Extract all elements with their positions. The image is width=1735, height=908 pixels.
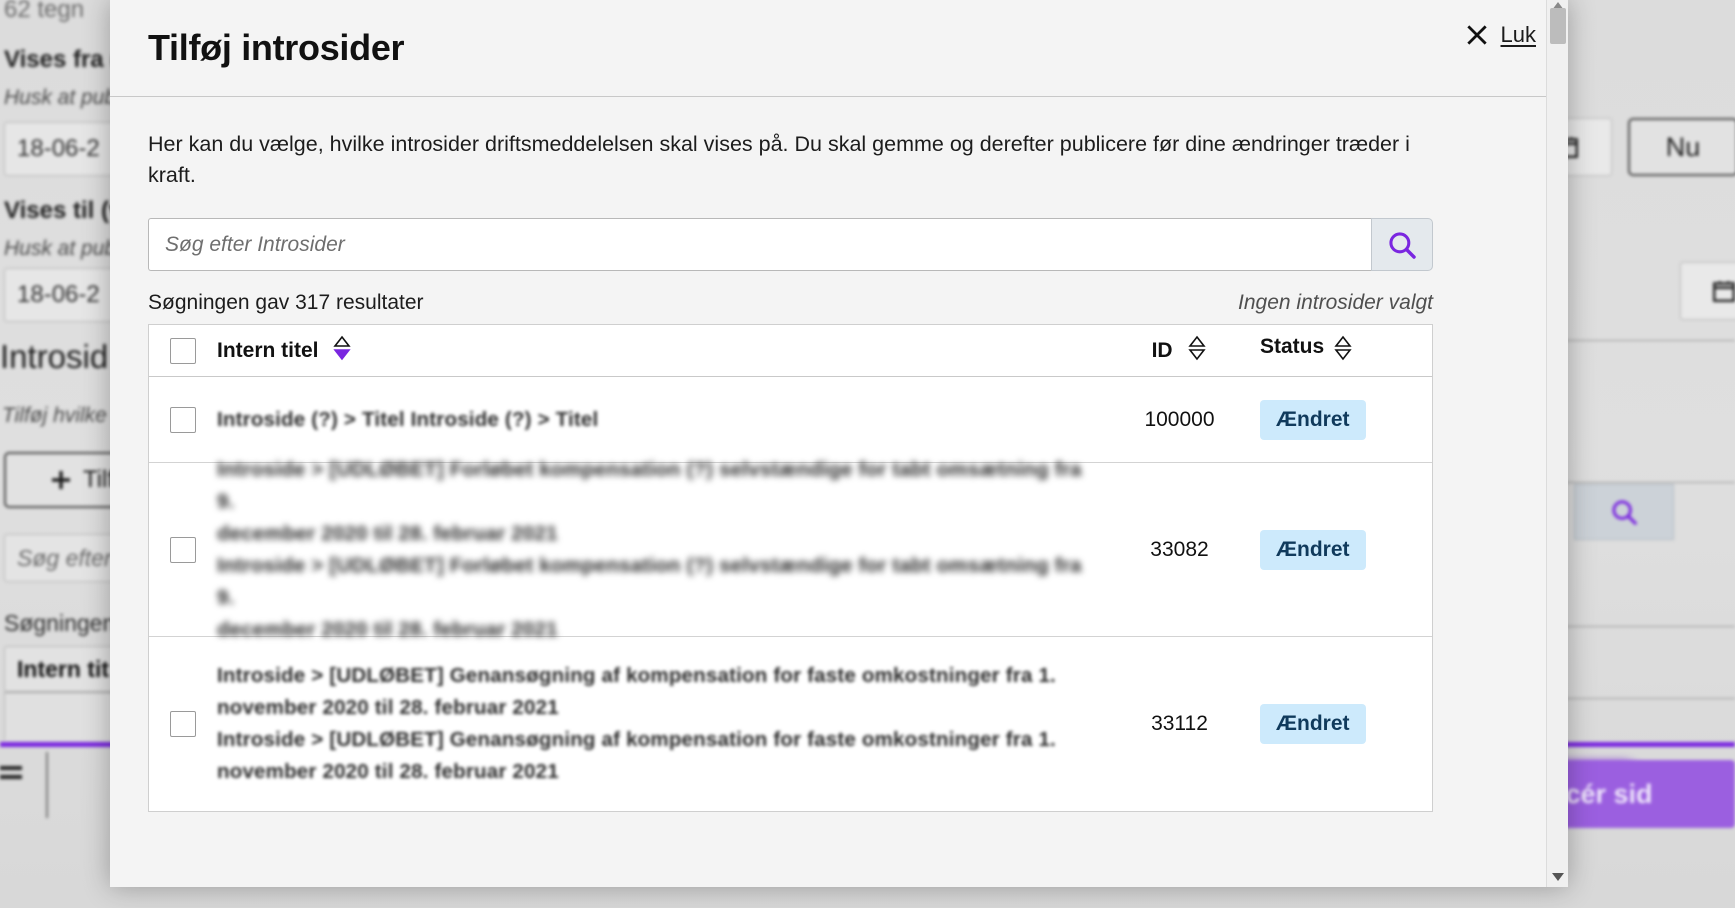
modal-body: Her kan du vælge, hvilke introsider drif… [110,97,1568,887]
column-label-status: Status [1260,335,1325,358]
row-title-line: Introside > [UDLØBET] Genansøgning af ko… [217,728,1056,751]
column-label-id: ID [1151,338,1173,362]
background-left-column: 62 tegn Vises fra (v Husk at pub 18-06-2… [0,0,179,908]
row-status-cell: Ændret [1252,399,1432,440]
row-title-block: Introside > [UDLØBET] Genansøgning af ko… [217,660,1089,788]
add-introsider-modal: Tilføj introsider Luk Her kan du vælge, … [110,0,1568,887]
char-count-label: 62 tegn [4,0,85,23]
row-title-line: december 2020 til 28. februar 2021 [217,521,558,545]
row-id: 100000 [1144,407,1215,431]
row-id: 33112 [1151,712,1208,735]
row-title-block: Introside > [UDLØBET] Forløbet kompensat… [217,454,1089,646]
row-select-cell [149,711,217,737]
row-title-line: november 2020 til 28. februar 2021 [217,696,559,719]
close-x-icon [1466,25,1487,45]
search-magnifier-icon [1389,231,1416,259]
hamburger-menu-icon[interactable] [0,766,22,784]
row-title-line: december 2020 til 28. februar 2021 [217,617,558,641]
row-title-line: Introside (?) > Titel Introside (?) > Ti… [217,407,599,431]
hint-vises-til: Husk at pub [4,237,117,260]
bg-results-text: Søgningen [4,610,116,636]
row-id: 33082 [1150,537,1209,561]
status-badge[interactable]: Ændret [1260,529,1366,570]
sort-descending-icon[interactable] [332,335,352,366]
row-title-cell: Introside > [UDLØBET] Genansøgning af ko… [217,660,1107,788]
row-status-cell: Ændret [1252,704,1432,744]
select-all-checkbox[interactable] [170,337,196,364]
bg-search-button[interactable] [1574,484,1674,540]
introsider-search-input[interactable] [148,218,1371,271]
bg-accent-bar [0,742,124,747]
hint-vises-fra: Husk at pub [4,86,117,109]
table-header-row: Intern titel ID Status [149,325,1432,377]
status-badge[interactable]: Ændret [1260,399,1366,440]
scroll-down-arrow-icon[interactable] [1552,873,1564,881]
column-header-intern-titel[interactable]: Intern titel [217,335,1107,366]
table-row[interactable]: Introside > [UDLØBET] Forløbet kompensat… [149,458,1432,641]
table-row[interactable]: Introside > [UDLØBET] Genansøgning af ko… [149,637,1432,811]
search-magnifier-icon [1612,500,1637,525]
row-title-line: Introside > [UDLØBET] Genansøgning af ko… [217,664,1056,687]
introsider-search-button[interactable] [1371,218,1433,271]
section-heading-introsider: Introsid [0,338,109,375]
scrollbar-thumb[interactable] [1550,8,1566,44]
row-title-cell: Introside (?) > Titel Introside (?) > Ti… [217,404,1107,436]
row-checkbox[interactable] [170,711,196,737]
row-title-line: Introside > [UDLØBET] Forløbet kompensat… [217,553,1082,609]
column-label-intern-titel: Intern titel [217,338,319,362]
sort-icon[interactable] [1187,335,1207,367]
now-button[interactable]: Nu [1628,118,1735,176]
date-to-calendar-button[interactable] [1680,262,1735,320]
modal-header: Tilføj introsider Luk [110,0,1568,97]
screen: 62 tegn Vises fra (v Husk at pub 18-06-2… [0,0,1735,908]
column-header-status[interactable]: Status [1252,335,1432,366]
column-header-id[interactable]: ID [1107,335,1252,367]
status-badge[interactable]: Ændret [1260,704,1366,744]
results-count: Søgningen gav 317 resultater [148,291,424,314]
close-modal-button[interactable]: Luk [1464,22,1536,48]
row-select-cell [149,406,217,433]
sort-icon[interactable] [1333,335,1353,366]
bg-vertical-divider [46,752,48,818]
table-row[interactable]: Introside (?) > Titel Introside (?) > Ti… [149,377,1432,463]
modal-title: Tilføj introsider [148,27,405,68]
selection-status: Ingen introsider valgt [1238,291,1433,314]
row-select-cell [149,536,217,563]
select-all-cell [149,337,217,364]
close-modal-label: Luk [1500,22,1536,47]
introsider-results-table: Intern titel ID Status Introside (?) > T… [148,324,1433,812]
row-checkbox[interactable] [170,406,196,433]
modal-description: Her kan du vælge, hvilke introsider drif… [148,132,1410,187]
plus-icon [51,471,70,489]
results-meta-row: Søgningen gav 317 resultater Ingen intro… [148,291,1433,315]
row-status-cell: Ændret [1252,529,1432,570]
row-title-line: november 2020 til 28. februar 2021 [217,760,559,783]
now-button-label: Nu [1665,131,1701,162]
section-hint: Tilføj hvilke [2,404,107,427]
row-title-line: Introside > [UDLØBET] Forløbet kompensat… [217,457,1082,513]
modal-scrollbar[interactable] [1546,0,1568,887]
introsider-search-row [148,218,1433,271]
calendar-icon [1713,281,1735,302]
row-title-cell: Introside > [UDLØBET] Forløbet kompensat… [217,454,1107,646]
row-checkbox[interactable] [170,536,196,563]
